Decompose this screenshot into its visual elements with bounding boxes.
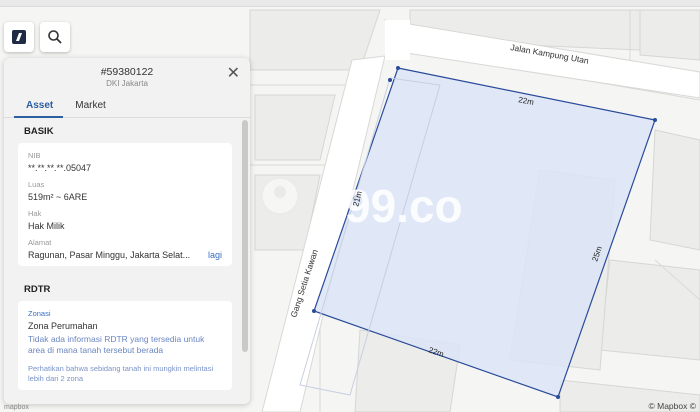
basik-card: NIB **.**.**.**.05047 Luas 519m² ~ 6ARE … bbox=[18, 143, 232, 266]
watermark-text: 99.co bbox=[345, 180, 463, 232]
zonasi-label: Zonasi bbox=[28, 309, 51, 318]
hak-value: Hak Milik bbox=[28, 221, 65, 231]
search-button[interactable] bbox=[40, 22, 70, 52]
parcel-info-panel: #59380122 DKI Jakarta ✕ Asset Market BAS… bbox=[4, 58, 250, 404]
section-title-rdtr: RDTR bbox=[24, 284, 51, 295]
nib-label: NIB bbox=[28, 151, 41, 160]
rdtr-note-text: Perhatikan bahwa sebidang tanah ini mung… bbox=[28, 364, 214, 383]
alamat-more-link[interactable]: lagi bbox=[208, 250, 222, 260]
logo-button[interactable] bbox=[4, 22, 34, 52]
alamat-row: Ragunan, Pasar Minggu, Jakarta Selat... … bbox=[28, 250, 222, 260]
alamat-label: Alamat bbox=[28, 238, 52, 247]
panel-header: #59380122 DKI Jakarta bbox=[4, 58, 250, 88]
watermark-logo bbox=[261, 177, 299, 215]
rdtr-info-text: Tidak ada informasi RDTR yang tersedia u… bbox=[28, 334, 205, 355]
search-icon bbox=[48, 30, 62, 44]
alamat-value: Ragunan, Pasar Minggu, Jakarta Selat... bbox=[28, 250, 191, 260]
zonasi-value: Zona Perumahan bbox=[28, 321, 98, 331]
nib-value: **.**.**.**.05047 bbox=[28, 163, 92, 173]
mapbox-logo[interactable]: mapbox bbox=[4, 404, 29, 411]
panel-scrollbar[interactable] bbox=[242, 120, 248, 352]
browser-top-strip bbox=[0, 0, 700, 7]
parcel-region: DKI Jakarta bbox=[106, 79, 148, 88]
tab-market[interactable]: Market bbox=[63, 98, 116, 118]
logo-icon bbox=[12, 30, 26, 44]
tab-asset[interactable]: Asset bbox=[14, 98, 64, 118]
hak-label: Hak bbox=[28, 209, 42, 218]
luas-value: 519m² ~ 6ARE bbox=[28, 192, 88, 202]
section-title-basik: BASIK bbox=[24, 126, 54, 137]
panel-tabs: Asset Market bbox=[14, 98, 250, 118]
close-icon[interactable]: ✕ bbox=[227, 66, 240, 82]
parcel-id: #59380122 bbox=[100, 66, 154, 78]
map-attribution[interactable]: © Mapbox © bbox=[649, 401, 697, 411]
rdtr-card: Zonasi Zona Perumahan Tidak ada informas… bbox=[18, 301, 232, 390]
luas-label: Luas bbox=[28, 180, 45, 189]
